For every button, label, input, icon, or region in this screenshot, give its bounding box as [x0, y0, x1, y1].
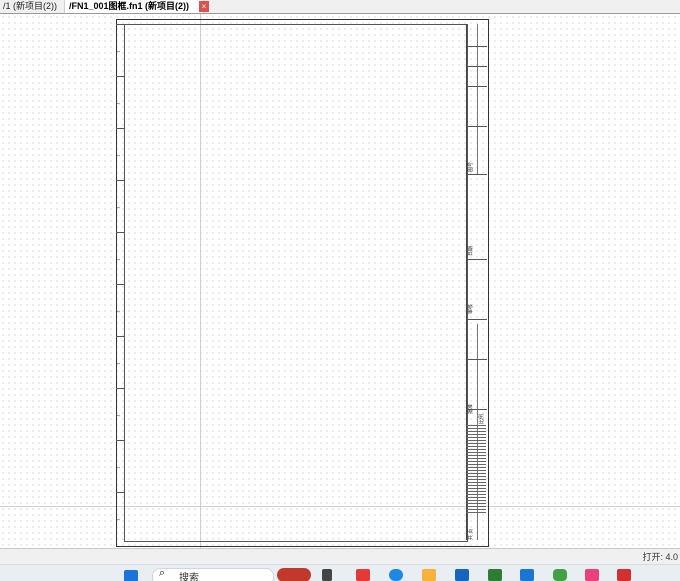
app-icon-red[interactable]: [356, 569, 370, 581]
zone-row-7: 1: [116, 336, 124, 389]
widget-icon[interactable]: [277, 568, 311, 581]
taskbar-search-box[interactable]: ⌕ 搜索: [152, 567, 274, 581]
tab-fn1-001-frame[interactable]: /FN1_001图框.fn1 (新项目(2)): [64, 0, 204, 13]
app-icon-eplan[interactable]: [617, 569, 631, 581]
zone-row-2: 1: [116, 76, 124, 129]
store-icon[interactable]: [455, 569, 469, 581]
document-tab-bar: /1 (新项目(2)) /FN1_001图框.fn1 (新项目(2)) ×: [0, 0, 680, 14]
search-icon: ⌕: [159, 567, 166, 579]
zone-row-3: 1: [116, 128, 124, 181]
excel-icon[interactable]: [488, 569, 502, 581]
zone-row-8: 1: [116, 388, 124, 441]
zone-row-1: 1: [116, 24, 124, 77]
zone-row-10: 1: [116, 492, 124, 541]
tb-label-approve: 批准: [468, 403, 474, 414]
tab-new-project-1[interactable]: /1 (新项目(2)): [0, 0, 65, 13]
zone-row-4: 1: [116, 180, 124, 233]
app-icon-green[interactable]: [553, 569, 567, 581]
app-icon-pink[interactable]: [585, 569, 599, 581]
close-tab-icon[interactable]: ×: [199, 1, 209, 12]
status-text: 打开: 4.0: [642, 552, 678, 562]
app-icon-blue[interactable]: [520, 569, 534, 581]
edge-browser-icon[interactable]: [389, 569, 403, 581]
tb-label-review: 审核: [468, 303, 474, 314]
tb-label-date: 日期: [468, 245, 474, 256]
zone-row-9: 1: [116, 440, 124, 493]
tb-label-drawing-no: 图号: [468, 161, 474, 172]
search-placeholder: 搜索: [179, 573, 199, 581]
file-explorer-icon[interactable]: [422, 569, 436, 581]
drawing-sheet-inner-border: [124, 24, 468, 542]
windows-taskbar: ⌕ 搜索: [0, 564, 680, 581]
start-icon[interactable]: [124, 570, 138, 581]
zone-row-6: 1: [116, 284, 124, 337]
task-view-icon[interactable]: [322, 569, 332, 581]
status-bar: 打开: 4.0: [0, 548, 680, 565]
zone-row-5: 1: [116, 232, 124, 285]
tb-label-scale: 比例: [479, 413, 485, 424]
tb-label-sheet-count: 共 页: [468, 528, 474, 540]
title-block-dense-fields: [466, 425, 486, 515]
